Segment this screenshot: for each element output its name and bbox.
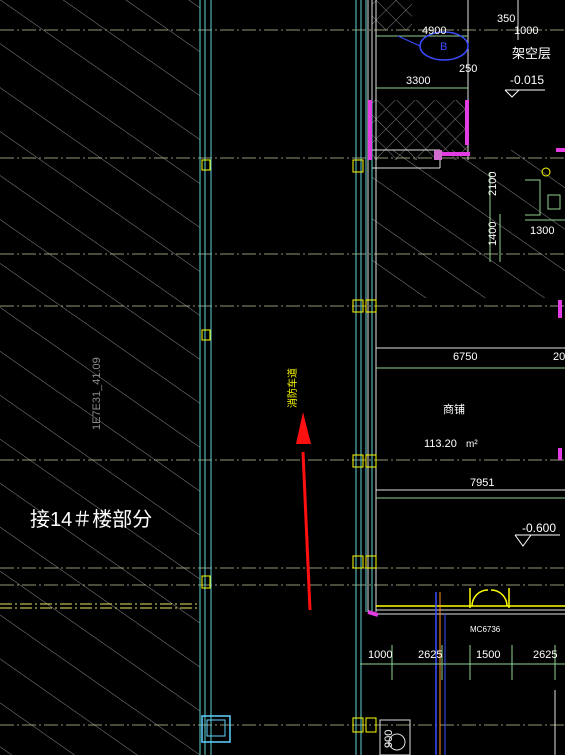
dim-top-350: 350 (497, 13, 515, 25)
crosshatch-region-top (372, 0, 412, 30)
dim-bot-2625b: 2625 (533, 649, 557, 661)
pink-wall-block (434, 150, 442, 160)
level-top: -0.015 (510, 73, 544, 87)
column-markers (201, 159, 377, 733)
dim-mid-20: 20 (553, 351, 565, 363)
storefront-door (376, 588, 565, 608)
level-mid: -0.600 (522, 521, 556, 535)
dim-mid-7951: 7951 (470, 477, 494, 489)
dim-side-2100: 2100 (487, 172, 499, 196)
vertical-tag: 1E7E31_41.09 (91, 357, 103, 430)
column-marker-blue-inner (206, 719, 226, 737)
dim-top-3300: 3300 (406, 75, 430, 87)
dim-side-1400: 1400 (487, 222, 499, 246)
fire-lane-arrow (296, 412, 312, 611)
arrow-note: 消防车道 (286, 368, 299, 408)
room-name: 商铺 (443, 402, 465, 416)
dim-top-4900: 4900 (422, 25, 446, 37)
crosshatch-region (372, 100, 468, 160)
room-area-unit: m² (466, 439, 478, 450)
stilt-floor: 架空层 (512, 46, 551, 61)
dim-top-250: 250 (459, 63, 477, 75)
dim-top-1000: 1000 (514, 25, 538, 37)
corridor-walls (199, 0, 373, 755)
circle-label: B (440, 41, 447, 53)
right-top-hatch-region (372, 150, 565, 298)
dim-bot-900: 900 (383, 730, 395, 748)
elevation-marker-mid (514, 534, 560, 547)
dim-bot-1500: 1500 (476, 649, 500, 661)
dim-bot-2625a: 2625 (418, 649, 442, 661)
dim-mid-6750: 6750 (453, 351, 477, 363)
dim-bot-1000: 1000 (368, 649, 392, 661)
area-label: 接14＃楼部分 (30, 508, 152, 531)
door-tag: MC6736 (470, 625, 501, 634)
bottom-fixture (379, 690, 556, 755)
elevation-marker-top (504, 89, 545, 98)
room-area: 113.20 (424, 438, 457, 450)
dim-side-1300: 1300 (530, 225, 554, 237)
cad-drawing-canvas[interactable]: 接14＃楼部分 1E7E31_41.09 消防车道 商铺 113.20 m² -… (0, 0, 565, 755)
